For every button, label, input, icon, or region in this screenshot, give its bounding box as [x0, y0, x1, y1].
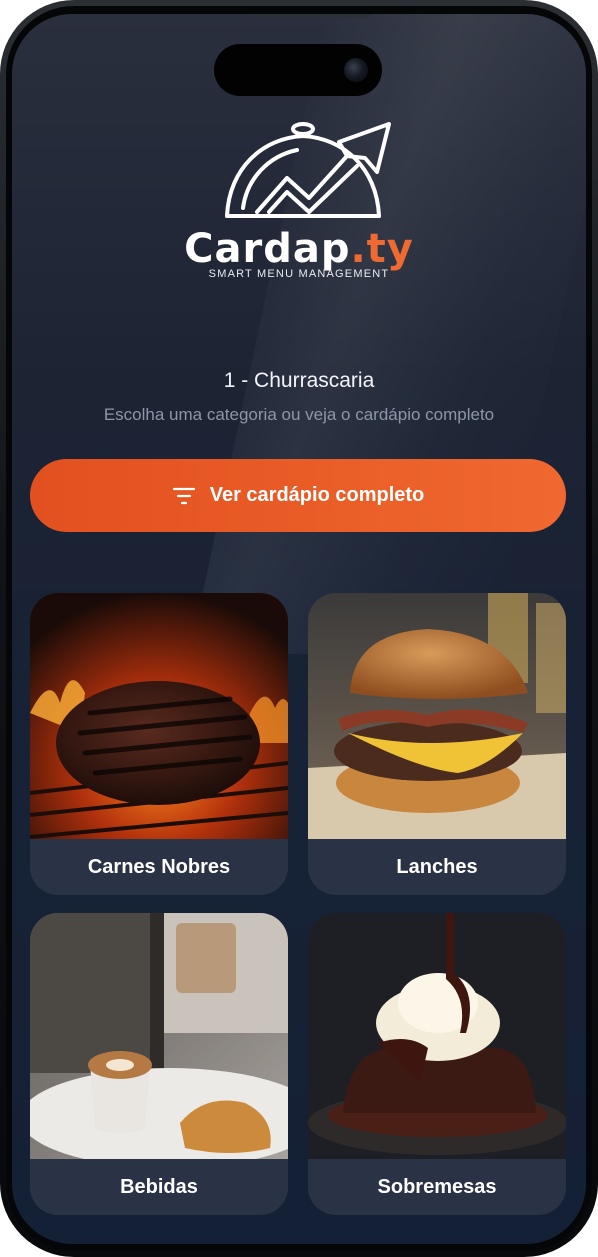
- phone-frame: Cardap.ty SMART MENU MANAGEMENT 1 - Chur…: [0, 0, 598, 1257]
- grilled-steak-photo: [30, 593, 288, 839]
- category-label: Carnes Nobres: [30, 839, 288, 895]
- bacon-burger-photo: [308, 593, 566, 839]
- cloche-growth-logo-icon: [225, 122, 391, 218]
- category-label: Lanches: [308, 839, 566, 895]
- logo-main: Cardap: [184, 226, 351, 272]
- category-card-carnes-nobres[interactable]: Carnes Nobres: [30, 593, 288, 895]
- restaurant-title: 1 - Churrascaria: [223, 369, 375, 392]
- page-subtitle: Escolha uma categoria ou veja o cardápio…: [103, 405, 495, 424]
- cappuccino-croissant-photo: [30, 913, 288, 1159]
- category-card-lanches[interactable]: Lanches: [308, 593, 566, 895]
- category-card-sobremesas[interactable]: Sobremesas: [308, 913, 566, 1215]
- app-screen: Cardap.ty SMART MENU MANAGEMENT 1 - Chur…: [12, 14, 586, 1244]
- category-label: Sobremesas: [308, 1159, 566, 1215]
- camera-icon: [344, 58, 368, 82]
- speaker-grille: [252, 14, 370, 18]
- dynamic-island: [214, 44, 382, 96]
- screen-glare: [189, 14, 586, 654]
- filter-icon: [172, 487, 195, 504]
- lava-cake-ice-cream-photo: [308, 913, 566, 1159]
- category-card-bebidas[interactable]: Bebidas: [30, 913, 288, 1215]
- app-logo: Cardap.ty: [12, 226, 586, 272]
- logo-tagline: SMART MENU MANAGEMENT: [208, 268, 390, 280]
- logo-accent: .ty: [350, 226, 414, 272]
- category-label: Bebidas: [30, 1159, 288, 1215]
- full-menu-button[interactable]: Ver cardápio completo: [30, 459, 566, 532]
- full-menu-label: Ver cardápio completo: [209, 484, 425, 506]
